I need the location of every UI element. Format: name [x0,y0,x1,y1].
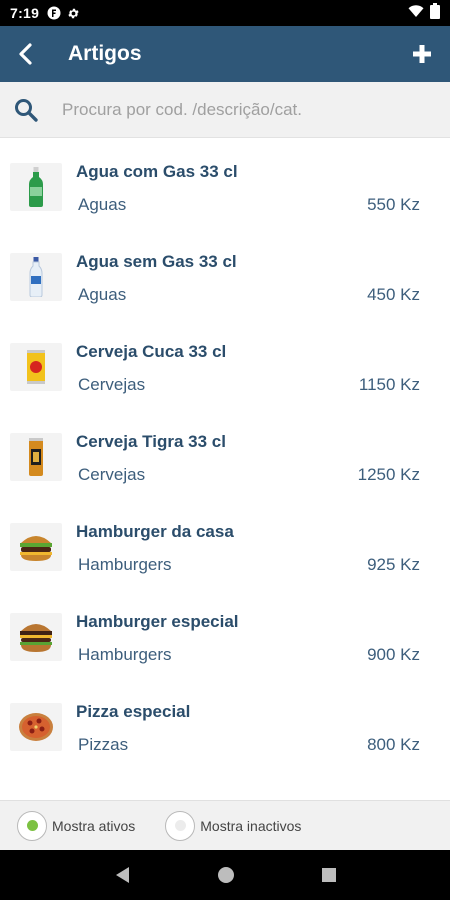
system-nav-bar [0,850,450,900]
item-name: Agua sem Gas 33 cl [76,252,237,271]
item-name: Cerveja Cuca 33 cl [76,342,227,361]
nav-back-icon[interactable] [113,865,131,885]
list-item[interactable]: Agua sem Gas 33 cl Aguas 450 Kz [0,230,450,320]
battery-icon [430,2,440,24]
nav-recents-icon[interactable] [321,867,337,883]
beer-can-image [10,343,62,391]
item-price: 925 Kz [367,555,420,574]
list-item[interactable]: Cerveja Tigra 33 cl Cervejas 1250 Kz [0,410,450,500]
list-item[interactable]: Pizza especial Pizzas 800 Kz [0,680,450,770]
app-notification-icon [47,6,61,20]
list-item[interactable]: Agua com Gas 33 cl Aguas 550 Kz [0,140,450,230]
item-price: 450 Kz [367,285,420,304]
nav-home-icon[interactable] [217,866,235,884]
wifi-icon [408,4,424,23]
item-name: Hamburger da casa [76,522,234,541]
list-item[interactable]: Cerveja Cuca 33 cl Cervejas 1150 Kz [0,320,450,410]
item-name: Cerveja Tigra 33 cl [76,432,226,451]
item-category: Cervejas [78,465,146,484]
water-bottle-image [10,253,62,301]
item-category: Hamburgers [78,555,172,574]
item-price: 1250 Kz [357,465,420,484]
item-category: Cervejas [78,375,146,394]
item-price: 800 Kz [367,735,420,754]
item-price: 900 Kz [367,645,420,664]
item-name: Agua com Gas 33 cl [76,162,238,181]
item-name: Hamburger especial [76,612,239,631]
burger-image [10,523,62,571]
item-category: Pizzas [78,735,129,754]
list-item[interactable]: Hamburger especial Hamburgers 900 Kz [0,590,450,680]
burger-image [10,613,62,661]
add-icon[interactable] [394,26,450,82]
search-bar [0,82,450,138]
item-price: 550 Kz [367,195,420,214]
page-title: Artigos [68,42,142,65]
pizza-image [10,703,62,751]
items-list: Agua com Gas 33 cl Aguas 550 Kz Agua sem… [0,140,450,800]
app-bar: Artigos [0,26,450,82]
beer-can-image [10,433,62,481]
show-inactive-radio[interactable]: Mostra inactivos [165,810,302,841]
item-price: 1150 Kz [358,375,420,394]
item-category: Aguas [78,285,127,304]
show-active-label: Mostra ativos [52,817,136,834]
list-item[interactable]: Hamburger da casa Hamburgers 925 Kz [0,500,450,590]
show-active-radio[interactable]: Mostra ativos [17,810,136,841]
item-name: Pizza especial [76,702,191,721]
back-arrow-icon[interactable] [0,26,54,82]
item-category: Hamburgers [78,645,172,664]
search-input[interactable] [62,99,422,120]
green-bottle-image [10,163,62,211]
status-time: 7:19 [10,5,40,21]
radio-selected-indicator [17,810,47,841]
settings-gear-icon [67,7,80,20]
show-inactive-label: Mostra inactivos [200,817,302,834]
status-bar: 7:19 [0,0,450,26]
search-icon[interactable] [0,97,52,123]
item-category: Aguas [78,195,127,214]
radio-unselected-indicator [165,810,196,841]
filter-bar: Mostra ativos Mostra inactivos [0,800,450,850]
